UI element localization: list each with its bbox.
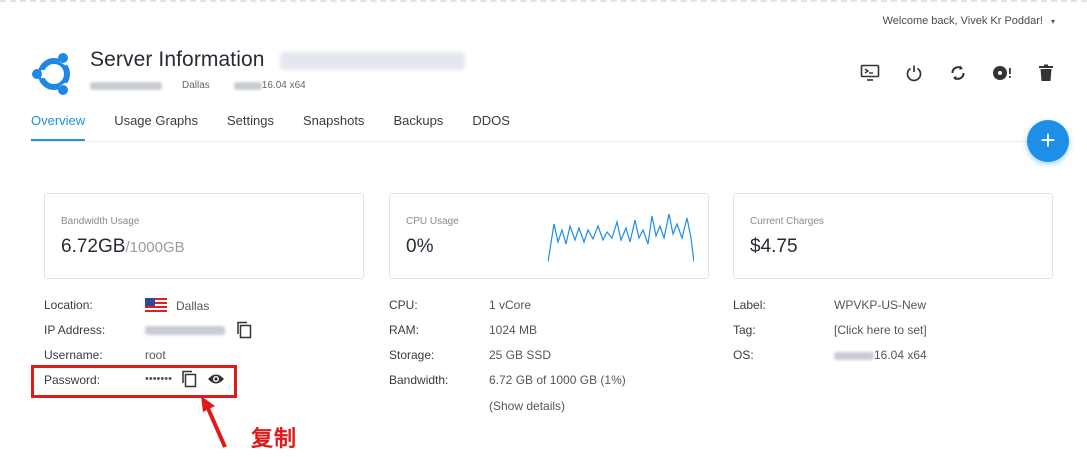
location-label: Location: <box>44 298 93 312</box>
label-value-link[interactable]: WPVKP-US-New <box>834 298 926 312</box>
reinstall-icon <box>993 66 1011 80</box>
server-subtitle: Dallas 16.04 x64 <box>90 80 306 91</box>
tab-bar: Overview Usage Graphs Settings Snapshots… <box>31 113 539 141</box>
redacted-ip <box>145 325 225 335</box>
location-value: Dallas <box>145 298 209 313</box>
tab-backups[interactable]: Backups <box>393 113 443 141</box>
user-menu[interactable]: Welcome back, Vivek Kr Poddar! ▾ <box>883 15 1055 27</box>
tag-label: Tag: <box>733 323 756 337</box>
annotation-label: 复制 <box>251 426 298 451</box>
username-value: root <box>145 348 166 362</box>
charges-value: $4.75 <box>750 236 798 257</box>
ubuntu-logo-icon <box>32 53 70 95</box>
ram-label: RAM: <box>389 323 419 337</box>
ip-address-label: IP Address: <box>44 323 106 337</box>
restart-icon <box>951 65 965 81</box>
delete-button[interactable] <box>1035 62 1057 84</box>
caret-down-icon: ▾ <box>1050 16 1055 26</box>
os-version: 16.04 x64 <box>874 348 927 362</box>
copy-icon[interactable] <box>236 321 252 339</box>
os-value: 16.04 x64 <box>834 348 927 362</box>
tag-set-link[interactable]: [Click here to set] <box>834 323 927 337</box>
restart-button[interactable] <box>947 62 969 84</box>
cpu-label: CPU: <box>389 298 418 312</box>
tab-settings[interactable]: Settings <box>227 113 274 141</box>
server-os: 16.04 x64 <box>261 80 306 91</box>
top-dashed-border <box>0 0 1087 2</box>
storage-label: Storage: <box>389 348 435 362</box>
cpu-usage-label: CPU Usage <box>406 216 459 227</box>
server-meta: Label: WPVKP-US-New Tag: [Click here to … <box>733 298 1053 378</box>
ip-address-value <box>145 321 252 339</box>
annotation-arrow-icon <box>201 396 227 448</box>
console-button[interactable] <box>859 62 881 84</box>
plus-icon: + <box>1040 125 1056 155</box>
us-flag-icon <box>145 298 167 312</box>
power-button[interactable] <box>903 62 925 84</box>
label-label: Label: <box>733 298 766 312</box>
os-label: OS: <box>733 348 754 362</box>
console-icon <box>860 64 880 81</box>
server-label-redacted <box>280 52 465 70</box>
bandwidth-used: 6.72GB <box>61 236 126 257</box>
bandwidth-label: Bandwidth Usage <box>61 216 140 227</box>
reinstall-button[interactable] <box>991 62 1013 84</box>
show-details-link[interactable]: (Show details) <box>489 399 565 413</box>
bandwidth-value: 6.72GB/1000GB <box>61 236 185 258</box>
cpu-card: CPU Usage 0% <box>389 193 709 279</box>
server-actions <box>859 62 1057 84</box>
page-title: Server Information <box>90 48 265 71</box>
add-button[interactable]: + <box>1027 120 1069 162</box>
redacted-text <box>233 81 262 90</box>
bandwidth-max: /1000GB <box>125 239 185 256</box>
storage-value: 25 GB SSD <box>489 348 552 362</box>
charges-card: Current Charges $4.75 <box>733 193 1053 279</box>
ram-value: 1024 MB <box>489 323 538 337</box>
server-specs: CPU: 1 vCore RAM: 1024 MB Storage: 25 GB… <box>389 298 709 418</box>
cpu-value: 1 vCore <box>489 298 532 312</box>
cpu-sparkline <box>548 213 694 263</box>
tab-ddos[interactable]: DDOS <box>472 113 510 141</box>
charges-label: Current Charges <box>750 216 824 227</box>
welcome-text: Welcome back, Vivek Kr Poddar! <box>882 15 1043 27</box>
redacted-text <box>90 81 162 90</box>
bandwidth-spec-value: 6.72 GB of 1000 GB (1%) <box>489 373 626 387</box>
power-icon <box>906 65 922 82</box>
server-city: Dallas <box>182 80 210 91</box>
bandwidth-card: Bandwidth Usage 6.72GB/1000GB <box>44 193 364 279</box>
location-city: Dallas <box>176 299 210 313</box>
trash-icon <box>1039 64 1053 81</box>
tab-usage-graphs[interactable]: Usage Graphs <box>114 113 198 141</box>
username-label: Username: <box>44 348 103 362</box>
redacted-text <box>834 351 874 360</box>
tab-divider <box>31 141 1069 142</box>
tab-snapshots[interactable]: Snapshots <box>303 113 364 141</box>
cpu-usage-value: 0% <box>406 236 434 257</box>
tab-overview[interactable]: Overview <box>31 113 86 141</box>
bandwidth-spec-label: Bandwidth: <box>389 373 449 387</box>
